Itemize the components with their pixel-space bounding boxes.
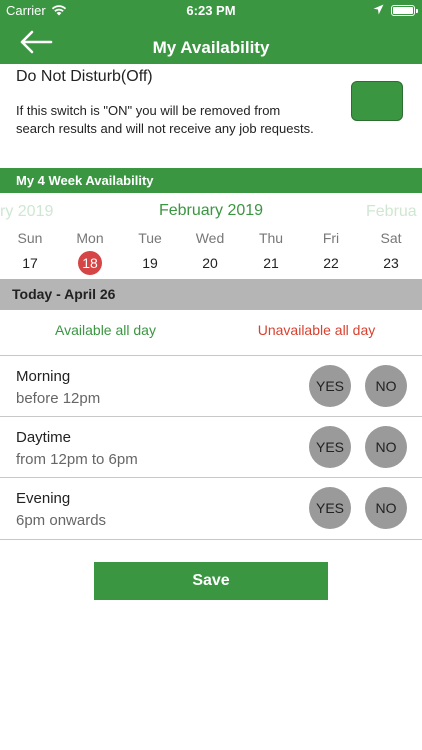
section-header: My 4 Week Availability <box>0 168 422 193</box>
calendar-day-tue[interactable]: Tue 19 <box>120 228 180 275</box>
calendar-day-fri[interactable]: Fri 22 <box>301 228 361 275</box>
dnd-title: Do Not Disturb(Off) <box>16 68 153 85</box>
slot-title-evening: Evening <box>16 490 71 507</box>
day-number: 19 <box>142 255 158 271</box>
battery-icon <box>391 5 418 16</box>
next-month-label[interactable]: Februa <box>366 203 422 221</box>
page-title: My Availability <box>152 38 270 57</box>
slot-title-morning: Morning <box>16 368 71 385</box>
slot-title-daytime: Daytime <box>16 429 72 446</box>
current-month-label: February 2019 <box>158 202 264 219</box>
dnd-description: If this switch is "ON" you will be remov… <box>16 103 314 136</box>
morning-yes-button[interactable]: YES <box>309 365 351 407</box>
selected-day-number: 18 <box>78 251 102 275</box>
unavailable-all-day-button[interactable]: Unavailable all day <box>211 322 422 338</box>
clock: 6:23 PM <box>186 3 236 18</box>
slot-subtitle-evening: 6pm onwards <box>16 512 107 529</box>
slot-subtitle-morning: before 12pm <box>16 390 101 407</box>
day-number: 20 <box>202 255 218 271</box>
day-number: 22 <box>323 255 339 271</box>
location-arrow-icon <box>373 4 384 15</box>
divider <box>0 477 422 478</box>
divider <box>0 355 422 356</box>
calendar-day-mon[interactable]: Mon 18 <box>60 228 120 275</box>
morning-no-button[interactable]: NO <box>365 365 407 407</box>
day-name: Mon <box>76 230 104 246</box>
day-name: Tue <box>138 230 162 246</box>
calendar-day-wed[interactable]: Wed 20 <box>180 228 240 275</box>
divider <box>0 416 422 417</box>
app-header: Carrier 6:23 PM My Availability <box>0 0 422 64</box>
daytime-yes-button[interactable]: YES <box>309 426 351 468</box>
slot-subtitle-daytime: from 12pm to 6pm <box>16 451 138 468</box>
available-all-day-button[interactable]: Available all day <box>0 322 211 338</box>
day-name: Sun <box>17 230 43 246</box>
evening-no-button[interactable]: NO <box>365 487 407 529</box>
day-number: 17 <box>22 255 38 271</box>
day-name: Wed <box>195 230 225 246</box>
dnd-toggle[interactable] <box>351 81 403 121</box>
calendar-day-sat[interactable]: Sat 23 <box>361 228 421 275</box>
calendar-day-sun[interactable]: Sun 17 <box>0 228 60 275</box>
day-number: 23 <box>383 255 399 271</box>
evening-yes-button[interactable]: YES <box>309 487 351 529</box>
day-number: 21 <box>263 255 279 271</box>
save-button[interactable]: Save <box>94 562 328 600</box>
day-name: Thu <box>258 230 284 246</box>
daytime-no-button[interactable]: NO <box>365 426 407 468</box>
divider <box>0 539 422 540</box>
day-name: Fri <box>322 230 340 246</box>
calendar-day-thu[interactable]: Thu 21 <box>241 228 301 275</box>
day-name: Sat <box>380 230 402 246</box>
today-header: Today - April 26 <box>0 279 422 310</box>
status-bar: Carrier 6:23 PM <box>0 0 422 22</box>
